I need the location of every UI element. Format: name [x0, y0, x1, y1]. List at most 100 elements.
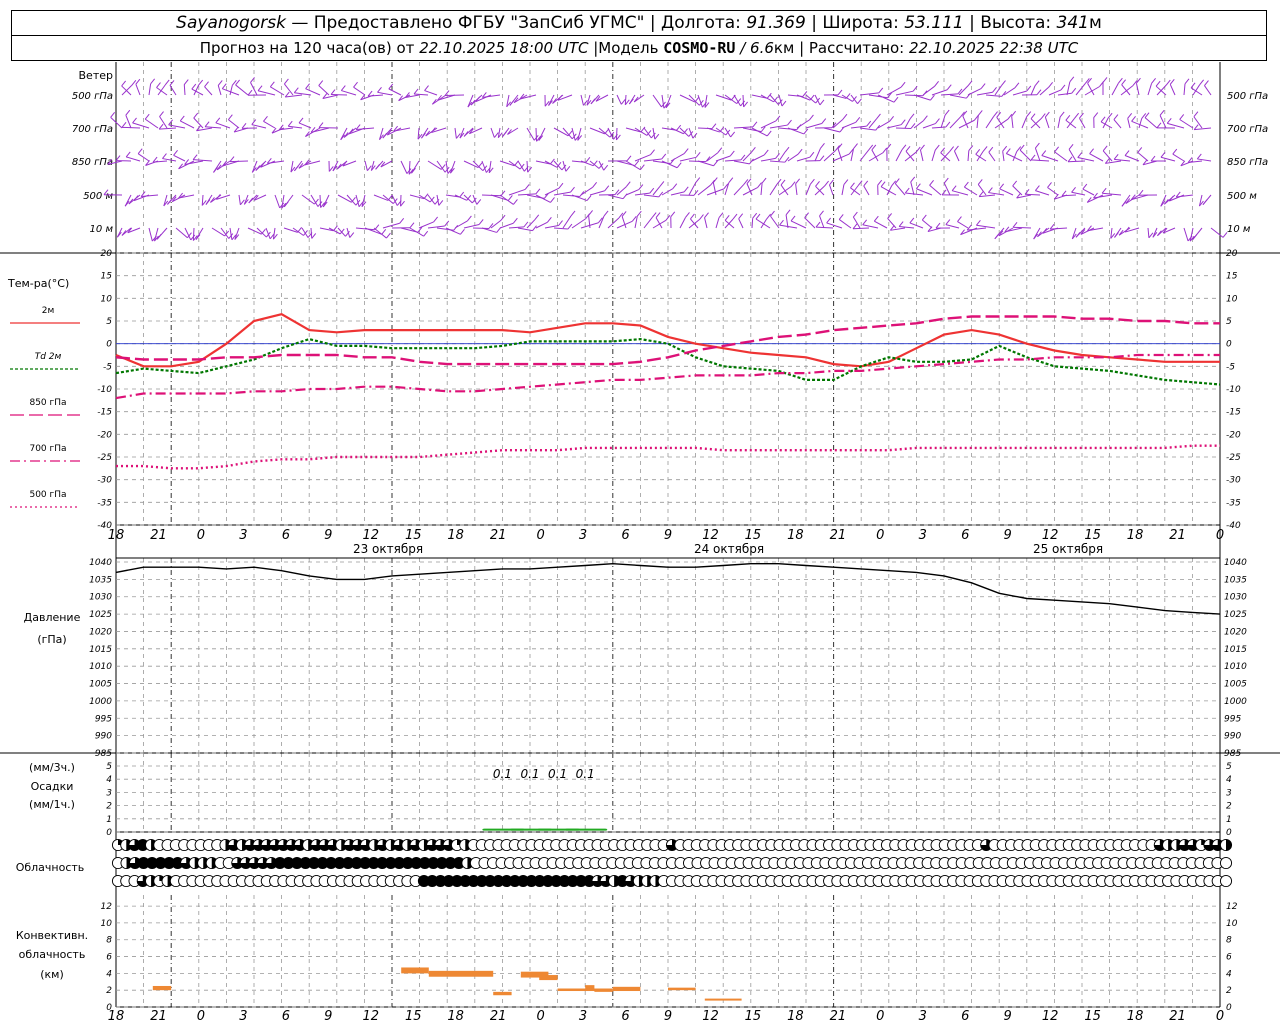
wind-barb	[634, 192, 650, 196]
press-ytick-right: 1035	[1224, 575, 1247, 585]
wind-barb-flag	[463, 131, 469, 137]
wind-barb	[957, 221, 969, 229]
wind-barb-flag	[604, 185, 610, 192]
wind-barb-flag	[1040, 113, 1046, 119]
wind-barb-flag	[763, 149, 769, 156]
wind-barb-flag	[121, 122, 127, 128]
wind-barb-flag	[661, 153, 667, 160]
wind-barb	[148, 83, 152, 96]
wind-barb-flag	[1067, 156, 1073, 163]
wind-barb-flag	[779, 219, 784, 226]
wind-barb	[945, 224, 960, 229]
temp-ytick-right: 20	[1226, 249, 1238, 259]
wind-barb	[135, 84, 141, 96]
wind-barb	[943, 182, 951, 196]
wind-barb	[508, 226, 524, 229]
wind-barb-flag	[930, 94, 935, 101]
wind-barb-flag	[784, 156, 790, 163]
wind-barb-flag	[1121, 200, 1127, 207]
wind-barb	[1021, 116, 1028, 129]
wind-barb	[1054, 151, 1068, 162]
wind-barb-flag	[915, 183, 921, 190]
wind-barb	[922, 123, 936, 129]
wind-barb	[526, 219, 536, 229]
wind-barb-flag	[507, 195, 513, 201]
precip-ytick-right: 1	[1226, 815, 1232, 825]
wind-barb	[760, 183, 763, 196]
conv-ytick-right: 6	[1226, 953, 1232, 963]
wind-barb-flag	[438, 200, 444, 206]
wind-barb	[904, 118, 911, 129]
wind-barb-flag	[1041, 150, 1047, 156]
wind-barb-flag	[797, 148, 803, 155]
wind-barb-flag	[826, 217, 832, 224]
wind-barb-flag	[815, 221, 821, 228]
precip-value-label: 0.1	[576, 767, 595, 781]
wind-barb	[1176, 194, 1194, 198]
wind-barb-flag	[730, 131, 736, 138]
press-ytick-right: 1030	[1224, 593, 1247, 603]
wind-barb-flag	[757, 182, 762, 188]
wind-barb	[1012, 151, 1018, 162]
wind-barb-flag	[131, 79, 137, 86]
wind-barb-flag	[1107, 112, 1113, 119]
wind-barb-flag	[968, 145, 974, 151]
wind-barb	[341, 90, 357, 96]
wind-barb	[1147, 83, 1153, 96]
convective-panel: 12 1210 108 86 64 42 20 0Конвективн.облачность(…	[16, 902, 1238, 1013]
temp-ytick: -5	[103, 362, 112, 372]
press-ytick: 985	[95, 749, 112, 759]
wind-barb-flag	[935, 222, 941, 229]
wind-barb-flag	[444, 220, 450, 227]
wind-barb-flag	[1101, 187, 1107, 194]
hour-label-bottom: 15	[405, 1009, 422, 1024]
wind-barb-flag	[850, 182, 855, 189]
wind-barb-flag	[150, 78, 156, 85]
wind-barb	[929, 184, 942, 196]
wind-barb	[445, 160, 449, 174]
wind-barb	[841, 184, 845, 196]
wind-barb-flag	[638, 184, 644, 190]
wind-barb-flag	[1121, 79, 1127, 85]
wind-barb	[288, 125, 303, 129]
wind-barb	[463, 194, 473, 204]
wind-barb-flag	[546, 216, 552, 223]
wind-barb-flag	[945, 219, 951, 225]
wind-barb-flag	[775, 153, 780, 159]
temp-title: Тем-ра(°C)	[7, 277, 69, 290]
wind-barb	[409, 227, 424, 237]
precip-ytick-right: 3	[1226, 788, 1232, 798]
wind-barb-flag	[977, 110, 983, 116]
wind-barb-flag	[837, 89, 843, 96]
wind-barb-flag	[287, 120, 293, 127]
wind-barb	[1194, 127, 1212, 131]
hour-label: 6	[621, 528, 629, 543]
wind-barb	[445, 94, 465, 97]
wind-barb-flag	[1102, 145, 1108, 152]
wind-barb-flag	[738, 213, 744, 219]
wind-barb-flag	[838, 214, 844, 220]
conv-segment	[152, 985, 172, 991]
wind-barb-flag	[670, 211, 676, 218]
wind-barb	[751, 127, 768, 137]
wind-barb-flag	[1026, 85, 1032, 92]
wind-barb-flag	[318, 122, 324, 128]
wind-barb	[1031, 159, 1050, 162]
wind-barb	[193, 84, 200, 96]
hour-label-bottom: 21	[150, 1009, 167, 1024]
wind-level-label: 500 м	[83, 191, 113, 202]
wind-barb	[976, 91, 993, 96]
wind-barb-flag	[330, 89, 336, 95]
press-ytick-right: 995	[1224, 714, 1241, 724]
wind-barb-flag	[695, 152, 701, 158]
temp-ytick-right: -40	[1226, 521, 1241, 531]
wind-barb-flag	[381, 228, 387, 235]
wind-barb-flag	[988, 146, 994, 153]
hour-label-bottom: 21	[1169, 1009, 1186, 1024]
wind-barb-flag	[476, 199, 482, 205]
wind-barb-flag	[853, 143, 858, 149]
hour-label-bottom: 18	[1127, 1009, 1144, 1024]
wind-barb-flag	[1019, 144, 1025, 151]
wind-barb	[770, 215, 780, 229]
wind-barb-flag	[963, 181, 969, 188]
